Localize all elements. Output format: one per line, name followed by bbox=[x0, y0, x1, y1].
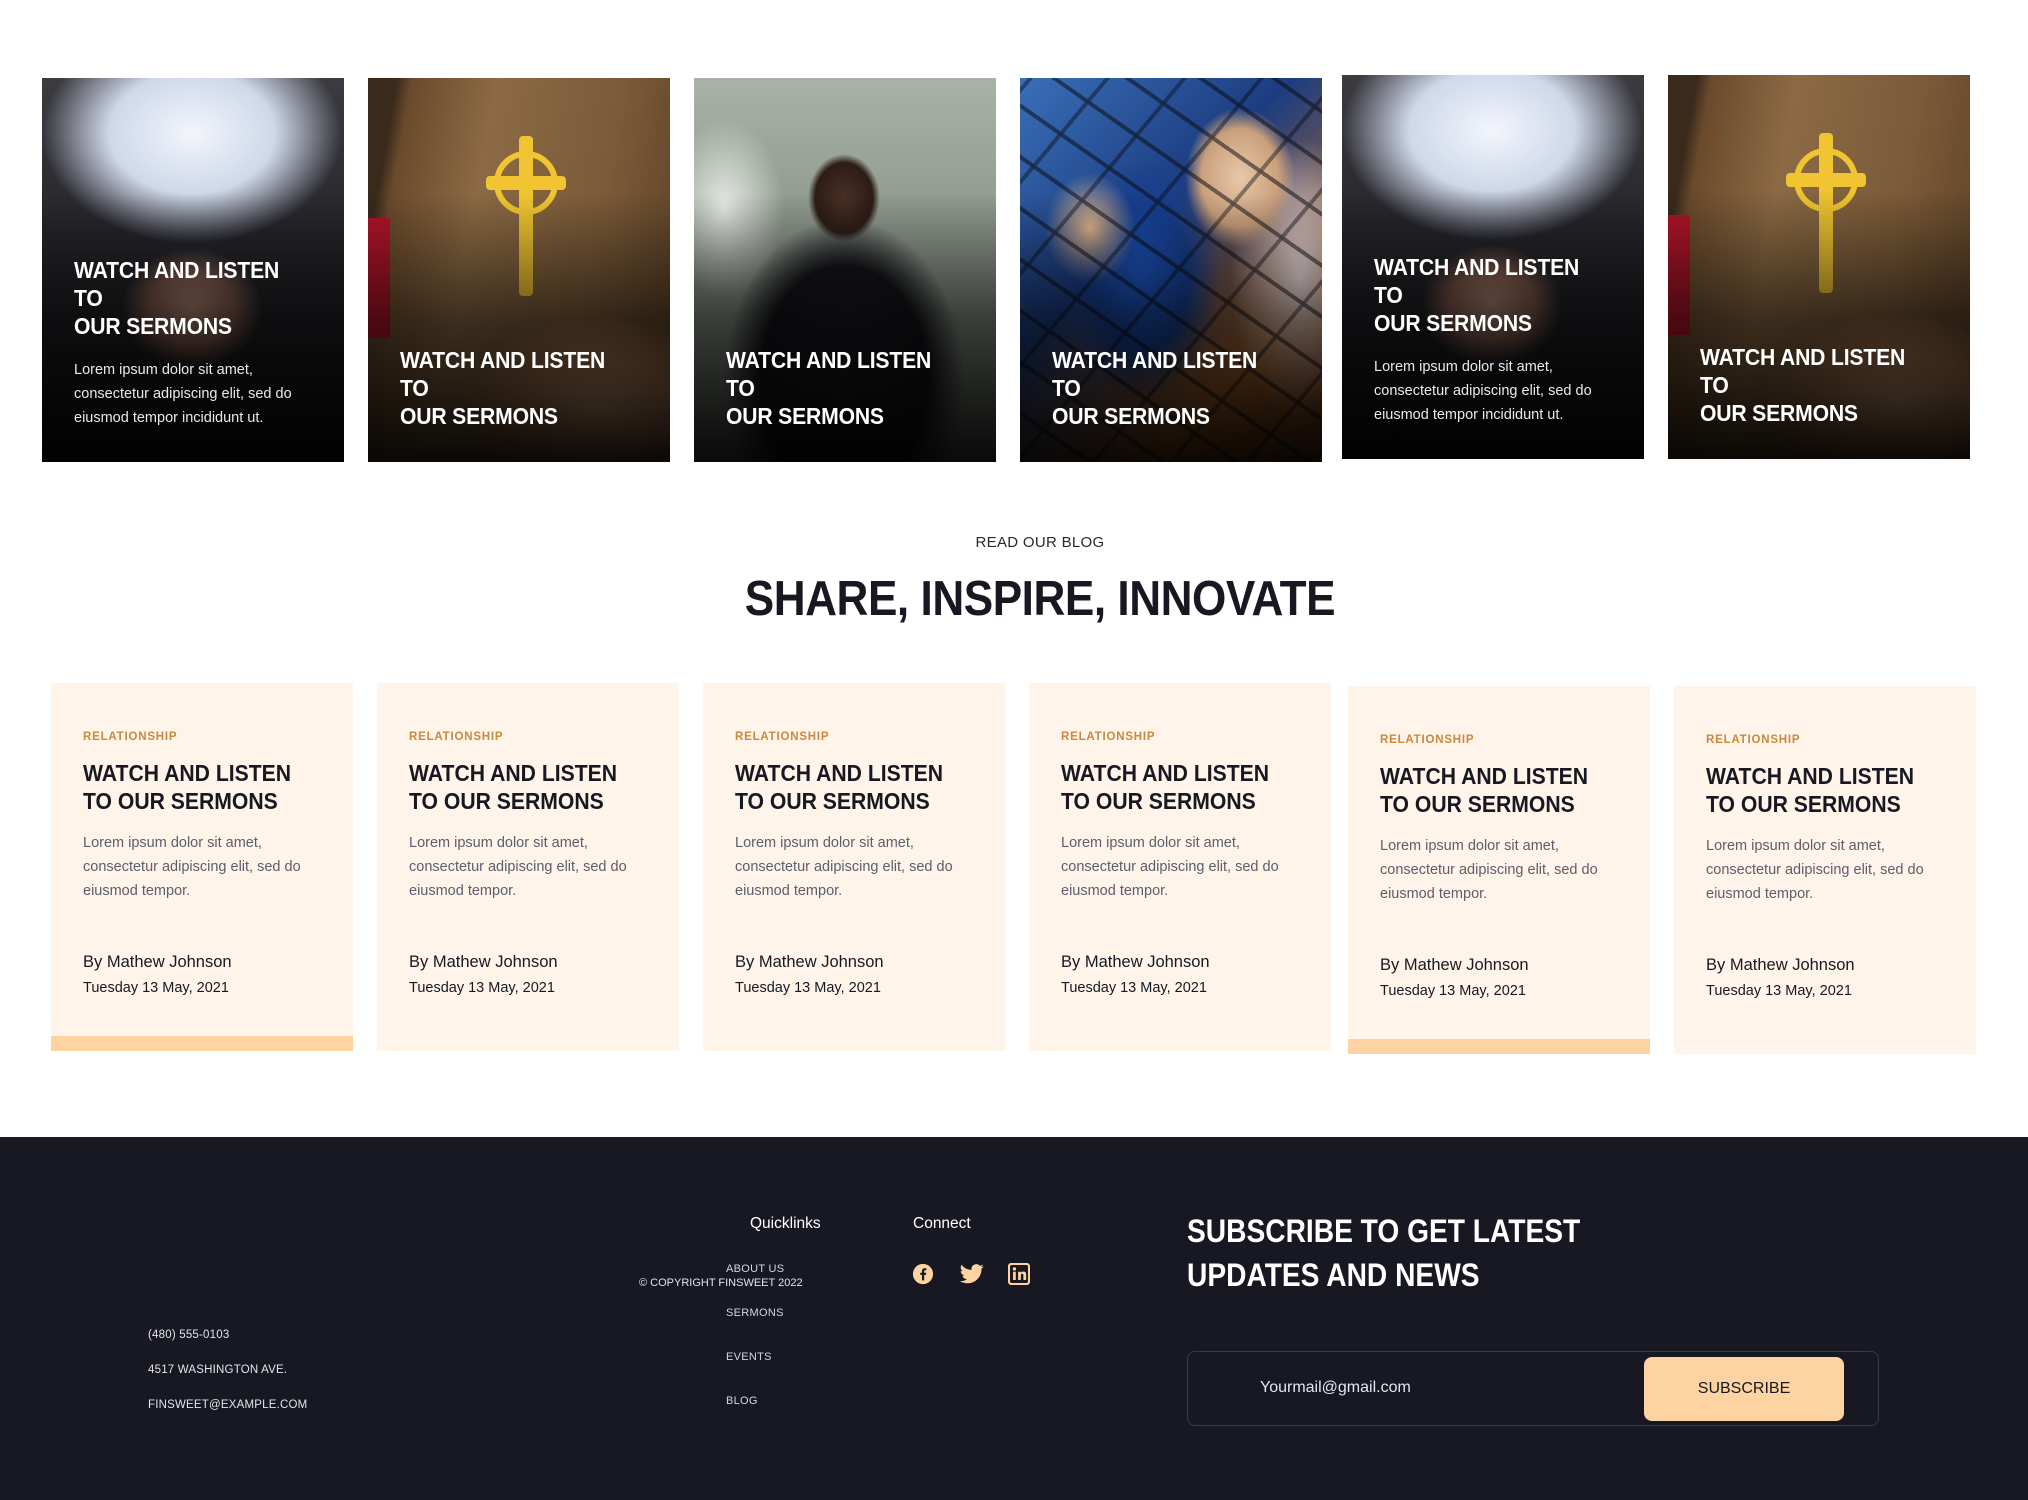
footer-phone[interactable]: (480) 555-0103 bbox=[148, 1329, 307, 1364]
blog-card-excerpt: Lorem ipsum dolor sit amet, consectetur … bbox=[1706, 838, 1924, 902]
blog-card-date: Tuesday 13 May, 2021 bbox=[1061, 980, 1207, 996]
sermon-card-title: WATCH AND LISTEN TO OUR SERMONS bbox=[726, 347, 932, 429]
blog-card-title: WATCH AND LISTEN TO OUR SERMONS bbox=[1380, 763, 1589, 817]
subscribe-form: SUBSCRIBE bbox=[1187, 1351, 1879, 1426]
blog-card-date: Tuesday 13 May, 2021 bbox=[1706, 983, 1852, 999]
blog-card-category: RELATIONSHIP bbox=[409, 731, 504, 743]
blog-card-author: By Mathew Johnson bbox=[735, 953, 884, 971]
blog-card-author: By Mathew Johnson bbox=[1380, 956, 1529, 974]
blog-title: SHARE, INSPIRE, INNOVATE bbox=[744, 572, 1336, 626]
blog-card-category: RELATIONSHIP bbox=[83, 731, 178, 743]
blog-card-excerpt: Lorem ipsum dolor sit amet, consectetur … bbox=[83, 835, 301, 899]
blog-card-excerpt: Lorem ipsum dolor sit amet, consectetur … bbox=[735, 835, 953, 899]
blog-card[interactable]: RELATIONSHIP WATCH AND LISTEN TO OUR SER… bbox=[377, 683, 679, 1051]
blog-card[interactable]: RELATIONSHIP WATCH AND LISTEN TO OUR SER… bbox=[703, 683, 1005, 1051]
sermon-card-title: WATCH AND LISTEN TO OUR SERMONS bbox=[400, 347, 606, 429]
blog-card-title: WATCH AND LISTEN TO OUR SERMONS bbox=[83, 760, 292, 814]
email-input[interactable] bbox=[1260, 1372, 1640, 1404]
sermon-card-text: Lorem ipsum dolor sit amet, consectetur … bbox=[1374, 359, 1592, 423]
blog-card[interactable]: RELATIONSHIP WATCH AND LISTEN TO OUR SER… bbox=[1348, 686, 1650, 1054]
sermon-card-title: WATCH AND LISTEN TO OUR SERMONS bbox=[1052, 347, 1258, 429]
blog-card[interactable]: RELATIONSHIP WATCH AND LISTEN TO OUR SER… bbox=[1674, 686, 1976, 1054]
quicklinks-nav: ABOUT US SERMONS EVENTS BLOG bbox=[726, 1263, 784, 1439]
footer-email[interactable]: FINSWEET@EXAMPLE.COM bbox=[148, 1399, 307, 1434]
site-footer: (480) 555-0103 4517 WASHINGTON AVE. FINS… bbox=[0, 1137, 2028, 1500]
blog-card-category: RELATIONSHIP bbox=[1061, 731, 1156, 743]
sermon-card[interactable]: WATCH AND LISTEN TO OUR SERMONS Lorem ip… bbox=[42, 78, 344, 462]
blog-card-title: WATCH AND LISTEN TO OUR SERMONS bbox=[735, 760, 944, 814]
blog-card-excerpt: Lorem ipsum dolor sit amet, consectetur … bbox=[409, 835, 627, 899]
sermon-cards-row: WATCH AND LISTEN TO OUR SERMONS Lorem ip… bbox=[0, 0, 2028, 500]
connect-title: Connect bbox=[913, 1215, 971, 1232]
blog-card-date: Tuesday 13 May, 2021 bbox=[83, 980, 229, 996]
blog-card-author: By Mathew Johnson bbox=[409, 953, 558, 971]
blog-card-title: WATCH AND LISTEN TO OUR SERMONS bbox=[409, 760, 618, 814]
facebook-icon[interactable] bbox=[912, 1263, 934, 1285]
sermon-card-title: WATCH AND LISTEN TO OUR SERMONS bbox=[74, 257, 280, 339]
subscribe-button[interactable]: SUBSCRIBE bbox=[1644, 1357, 1844, 1421]
sermon-card-title: WATCH AND LISTEN TO OUR SERMONS bbox=[1374, 254, 1580, 336]
quicklink-events[interactable]: EVENTS bbox=[726, 1351, 784, 1395]
sermon-card[interactable]: WATCH AND LISTEN TO OUR SERMONS bbox=[1020, 78, 1322, 462]
footer-address: 4517 WASHINGTON AVE. bbox=[148, 1364, 288, 1376]
sermon-card[interactable]: WATCH AND LISTEN TO OUR SERMONS bbox=[694, 78, 996, 462]
blog-eyebrow: READ OUR BLOG bbox=[975, 534, 1105, 551]
blog-card-excerpt: Lorem ipsum dolor sit amet, consectetur … bbox=[1380, 838, 1598, 902]
sermon-card[interactable]: WATCH AND LISTEN TO OUR SERMONS Lorem ip… bbox=[1342, 75, 1644, 459]
sermon-card[interactable]: WATCH AND LISTEN TO OUR SERMONS bbox=[1668, 75, 1970, 459]
sermon-card-text: Lorem ipsum dolor sit amet, consectetur … bbox=[74, 362, 292, 426]
blog-card-title: WATCH AND LISTEN TO OUR SERMONS bbox=[1706, 763, 1915, 817]
quicklink-sermons[interactable]: SERMONS bbox=[726, 1307, 784, 1351]
blog-card-date: Tuesday 13 May, 2021 bbox=[735, 980, 881, 996]
linkedin-icon[interactable] bbox=[1007, 1262, 1031, 1286]
blog-card[interactable]: RELATIONSHIP WATCH AND LISTEN TO OUR SER… bbox=[1029, 683, 1331, 1051]
blog-card-author: By Mathew Johnson bbox=[1061, 953, 1210, 971]
blog-card-title: WATCH AND LISTEN TO OUR SERMONS bbox=[1061, 760, 1270, 814]
social-links bbox=[912, 1262, 1031, 1286]
sermon-card-title: WATCH AND LISTEN TO OUR SERMONS bbox=[1700, 344, 1906, 426]
blog-card[interactable]: RELATIONSHIP WATCH AND LISTEN TO OUR SER… bbox=[51, 683, 353, 1051]
blog-card-author: By Mathew Johnson bbox=[83, 953, 232, 971]
twitter-icon[interactable] bbox=[960, 1263, 984, 1285]
quicklink-about-us[interactable]: ABOUT US bbox=[726, 1263, 784, 1307]
footer-contact: (480) 555-0103 4517 WASHINGTON AVE. FINS… bbox=[148, 1329, 307, 1434]
quicklinks-title: Quicklinks bbox=[750, 1215, 821, 1232]
subscribe-title: SUBSCRIBE TO GET LATEST UPDATES AND NEWS bbox=[1187, 1213, 1581, 1293]
quicklink-blog[interactable]: BLOG bbox=[726, 1395, 784, 1439]
blog-card-category: RELATIONSHIP bbox=[1380, 734, 1475, 746]
sermon-card[interactable]: WATCH AND LISTEN TO OUR SERMONS bbox=[368, 78, 670, 462]
blog-card-author: By Mathew Johnson bbox=[1706, 956, 1855, 974]
blog-card-date: Tuesday 13 May, 2021 bbox=[1380, 983, 1526, 999]
blog-card-category: RELATIONSHIP bbox=[735, 731, 830, 743]
blog-card-category: RELATIONSHIP bbox=[1706, 734, 1801, 746]
blog-section-header: READ OUR BLOG SHARE, INSPIRE, INNOVATE bbox=[0, 534, 2028, 627]
blog-card-excerpt: Lorem ipsum dolor sit amet, consectetur … bbox=[1061, 835, 1279, 899]
blog-card-date: Tuesday 13 May, 2021 bbox=[409, 980, 555, 996]
